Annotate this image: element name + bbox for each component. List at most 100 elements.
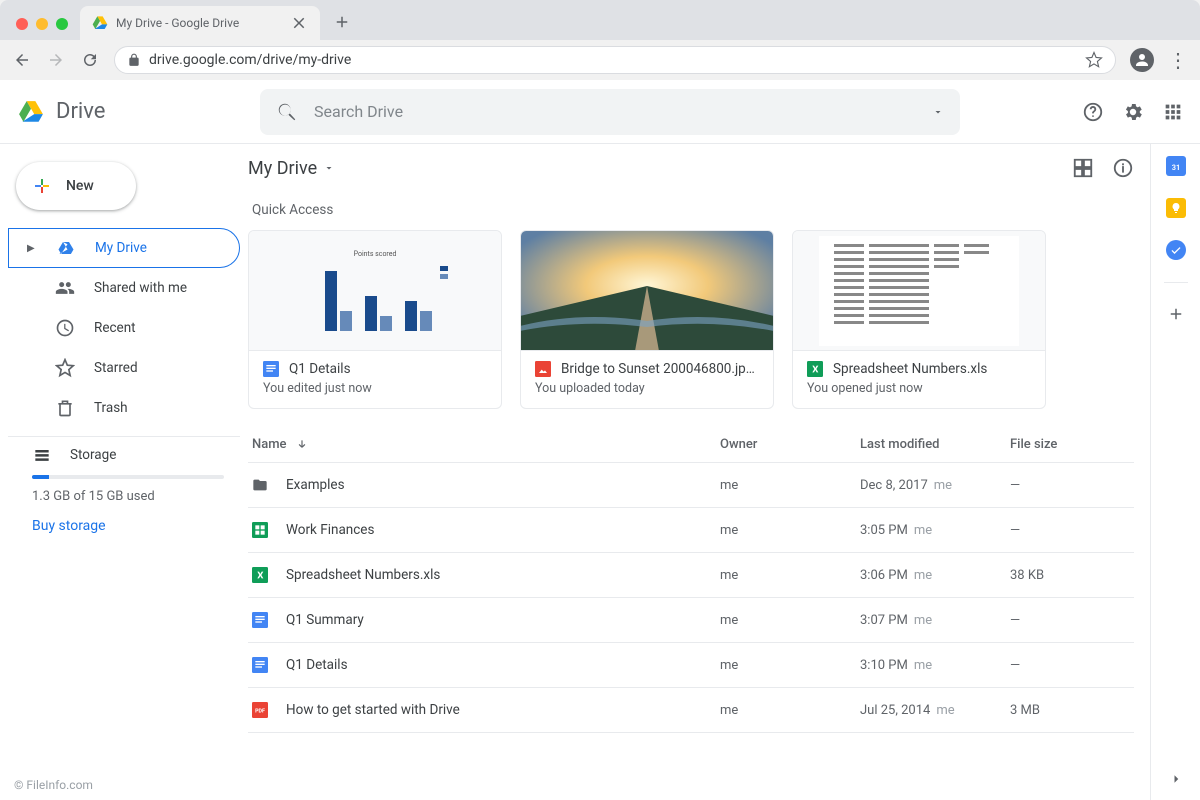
app-name: Drive <box>56 99 105 124</box>
close-tab-icon[interactable] <box>290 14 308 32</box>
card-title: Spreadsheet Numbers.xls <box>833 361 987 377</box>
file-name: Examples <box>286 477 345 493</box>
gear-icon[interactable] <box>1122 101 1144 123</box>
file-name: Spreadsheet Numbers.xls <box>286 567 440 583</box>
maximize-window[interactable] <box>56 18 68 30</box>
logo-area[interactable]: Drive <box>16 99 236 125</box>
sidebar-item-trash[interactable]: Trash <box>8 388 240 428</box>
chevron-down-icon <box>323 162 335 174</box>
sidebar: New ▶ My Drive Shared with me Recent Sta… <box>0 144 240 800</box>
header-actions <box>1082 101 1184 123</box>
quick-access-row: Points scored Q1 Details You edited just… <box>248 230 1134 409</box>
quick-access-card[interactable]: Bridge to Sunset 200046800.jpeg You uplo… <box>520 230 774 409</box>
window-controls <box>8 18 80 40</box>
svg-text:Points scored: Points scored <box>354 250 397 258</box>
collapse-panel-icon[interactable] <box>1167 770 1185 788</box>
col-modified-header[interactable]: Last modified <box>860 437 1010 452</box>
sheet-icon <box>252 522 268 538</box>
file-modified: 3:07 PMme <box>860 613 1010 628</box>
card-subtitle: You opened just now <box>807 381 1031 396</box>
search-icon <box>276 101 298 123</box>
tasks-icon[interactable] <box>1166 240 1186 260</box>
support-icon[interactable] <box>1082 101 1104 123</box>
info-icon[interactable] <box>1112 157 1134 179</box>
new-button-label: New <box>66 178 94 194</box>
browser-menu-icon[interactable]: ⋮ <box>1168 48 1188 72</box>
calendar-icon[interactable]: 31 <box>1166 156 1186 176</box>
new-tab-button[interactable] <box>328 8 356 36</box>
file-size: — <box>1010 613 1130 628</box>
sidebar-item-shared[interactable]: Shared with me <box>8 268 240 308</box>
search-options-icon[interactable] <box>932 106 944 118</box>
apps-grid-icon[interactable] <box>1162 101 1184 123</box>
add-addon-icon[interactable] <box>1167 305 1185 323</box>
card-subtitle: You edited just now <box>263 381 487 396</box>
sidebar-item-starred[interactable]: Starred <box>8 348 240 388</box>
file-row[interactable]: Work Finances me 3:05 PMme — <box>248 508 1134 553</box>
search-input[interactable] <box>314 102 916 121</box>
quick-access-card[interactable]: Points scored Q1 Details You edited just… <box>248 230 502 409</box>
grid-view-icon[interactable] <box>1072 157 1094 179</box>
storage-icon <box>32 445 52 465</box>
browser-tab[interactable]: My Drive - Google Drive <box>80 6 320 40</box>
card-subtitle: You uploaded today <box>535 381 759 396</box>
card-title: Q1 Details <box>289 361 351 377</box>
clock-icon <box>54 318 76 338</box>
shared-icon <box>54 278 76 298</box>
col-name-header[interactable]: Name <box>252 437 720 452</box>
watermark: © FileInfo.com <box>14 778 93 792</box>
sidebar-item-my-drive[interactable]: ▶ My Drive <box>8 228 240 268</box>
content-main: My Drive Quick Access Points scored <box>240 144 1150 800</box>
drive-logo-icon <box>16 99 46 125</box>
quick-access-card[interactable]: Spreadsheet Numbers.xls You opened just … <box>792 230 1046 409</box>
bookmark-star-icon[interactable] <box>1085 51 1103 69</box>
drive-favicon <box>92 15 108 31</box>
file-modified: Dec 8, 2017me <box>860 478 1010 493</box>
file-owner: me <box>720 658 860 673</box>
side-panel: 31 <box>1150 144 1200 800</box>
quick-access-heading: Quick Access <box>252 202 1134 218</box>
preview-thumbnail: Points scored <box>249 231 501 351</box>
file-row[interactable]: Spreadsheet Numbers.xls me 3:06 PMme 38 … <box>248 553 1134 598</box>
preview-thumbnail <box>793 231 1045 351</box>
sidebar-item-recent[interactable]: Recent <box>8 308 240 348</box>
drive-icon <box>55 239 77 257</box>
pdf-icon: PDF <box>252 702 268 718</box>
search-bar[interactable] <box>260 89 960 135</box>
breadcrumb[interactable]: My Drive <box>248 158 335 179</box>
content-area: My Drive Quick Access Points scored <box>240 144 1200 800</box>
col-size-header[interactable]: File size <box>1010 437 1130 452</box>
back-button[interactable] <box>12 50 32 70</box>
sidebar-item-label: Recent <box>94 320 136 336</box>
sidebar-item-label: Shared with me <box>94 280 187 296</box>
reload-button[interactable] <box>80 50 100 70</box>
file-modified: 3:10 PMme <box>860 658 1010 673</box>
file-owner: me <box>720 568 860 583</box>
buy-storage-link[interactable]: Buy storage <box>32 518 224 534</box>
file-row[interactable]: Q1 Details me 3:10 PMme — <box>248 643 1134 688</box>
file-owner: me <box>720 478 860 493</box>
file-size: — <box>1010 523 1130 538</box>
address-bar[interactable]: drive.google.com/drive/my-drive <box>114 46 1116 74</box>
storage-fill <box>32 475 49 479</box>
file-row[interactable]: Examples me Dec 8, 2017me — <box>248 463 1134 508</box>
new-button[interactable]: New <box>16 162 136 210</box>
file-row[interactable]: PDF How to get started with Drive me Jul… <box>248 688 1134 733</box>
profile-avatar[interactable] <box>1130 48 1154 72</box>
star-icon <box>54 358 76 378</box>
svg-text:PDF: PDF <box>255 709 265 715</box>
close-window[interactable] <box>16 18 28 30</box>
file-name: Work Finances <box>286 522 374 538</box>
file-name: How to get started with Drive <box>286 702 460 718</box>
keep-icon[interactable] <box>1166 198 1186 218</box>
minimize-window[interactable] <box>36 18 48 30</box>
storage-section: Storage 1.3 GB of 15 GB used Buy storage <box>8 445 240 534</box>
storage-heading: Storage <box>70 447 116 463</box>
file-list: Examples me Dec 8, 2017me — Work Finance… <box>248 463 1134 733</box>
col-owner-header[interactable]: Owner <box>720 437 860 452</box>
forward-button[interactable] <box>46 50 66 70</box>
file-row[interactable]: Q1 Summary me 3:07 PMme — <box>248 598 1134 643</box>
file-size: — <box>1010 658 1130 673</box>
divider <box>1164 282 1188 283</box>
xls-icon <box>807 361 823 377</box>
